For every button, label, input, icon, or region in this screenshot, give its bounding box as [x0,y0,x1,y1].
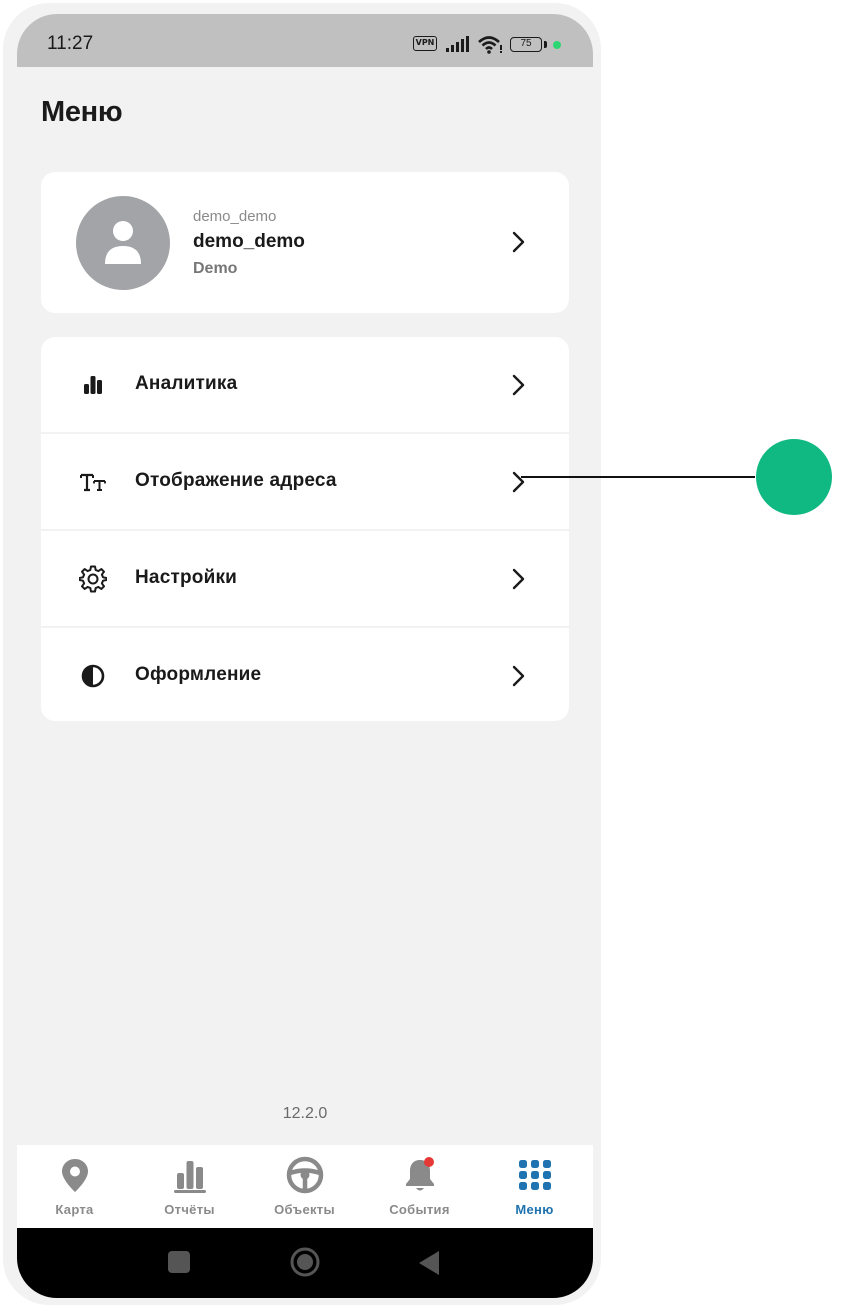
menu-item-label: Настройки [135,567,238,588]
chevron-right-icon [512,471,525,493]
bar-chart-icon [84,376,102,394]
user-icon [105,221,141,264]
chevron-right-icon [512,665,525,687]
system-navigation-bar [17,1228,593,1298]
profile-organization: Demo [193,260,238,277]
status-bar: 11:27 VPN 75 [17,14,593,67]
tab-reports[interactable]: Отчёты [132,1145,247,1228]
app-screen: 11:27 VPN 75 Меню demo_demo demo_demo De… [17,14,593,1298]
menu-list: Аналитика Отображение адреса Настройки О… [41,337,569,721]
battery-icon: 75 [510,37,542,52]
tab-events[interactable]: События [362,1145,477,1228]
battery-tip [544,41,547,48]
tab-label: Отчёты [164,1202,215,1217]
grid-icon [519,1160,551,1190]
tab-label: Объекты [274,1202,335,1217]
annotation-line [521,476,755,478]
menu-item-appearance[interactable]: Оформление [41,628,569,724]
profile-login: demo_demo [193,208,277,225]
gear-icon [79,565,107,593]
tab-label: Меню [515,1202,554,1217]
map-pin-icon [62,1159,88,1192]
chevron-right-icon [512,374,525,396]
tab-menu[interactable]: Меню [477,1145,592,1228]
contrast-icon [81,664,105,688]
back-button[interactable] [417,1250,441,1276]
avatar [76,196,170,290]
tab-label: События [389,1202,450,1217]
recents-button[interactable] [167,1250,191,1274]
home-button[interactable] [289,1246,321,1278]
steering-wheel-icon [286,1156,324,1194]
status-time: 11:27 [47,33,94,54]
bell-icon [406,1157,434,1191]
vpn-icon: VPN [413,36,437,51]
menu-item-label: Оформление [135,664,262,685]
menu-item-settings[interactable]: Настройки [41,531,569,627]
app-version: 12.2.0 [282,1105,328,1122]
profile-name: demo_demo [193,231,305,252]
bottom-tab-bar: Карта Отчёты Объекты События Меню [17,1145,593,1228]
annotation-marker [756,439,832,515]
bar-chart-icon [174,1161,206,1193]
profile-card[interactable]: demo_demo demo_demo Demo [41,172,569,313]
menu-item-label: Отображение адреса [135,470,337,491]
chevron-right-icon [512,231,525,253]
tab-objects[interactable]: Объекты [247,1145,362,1228]
tab-label: Карта [55,1202,94,1217]
privacy-indicator-dot [553,41,561,49]
phone-frame: 11:27 VPN 75 Меню demo_demo demo_demo De… [3,3,601,1305]
wifi-icon [478,36,502,54]
menu-item-label: Аналитика [135,373,238,394]
page-title: Меню [41,96,123,128]
menu-item-analytics[interactable]: Аналитика [41,337,569,433]
menu-item-address-display[interactable]: Отображение адреса [41,434,569,530]
text-size-icon [80,473,106,492]
tab-map[interactable]: Карта [17,1145,132,1228]
chevron-right-icon [512,568,525,590]
signal-icon [446,36,469,52]
